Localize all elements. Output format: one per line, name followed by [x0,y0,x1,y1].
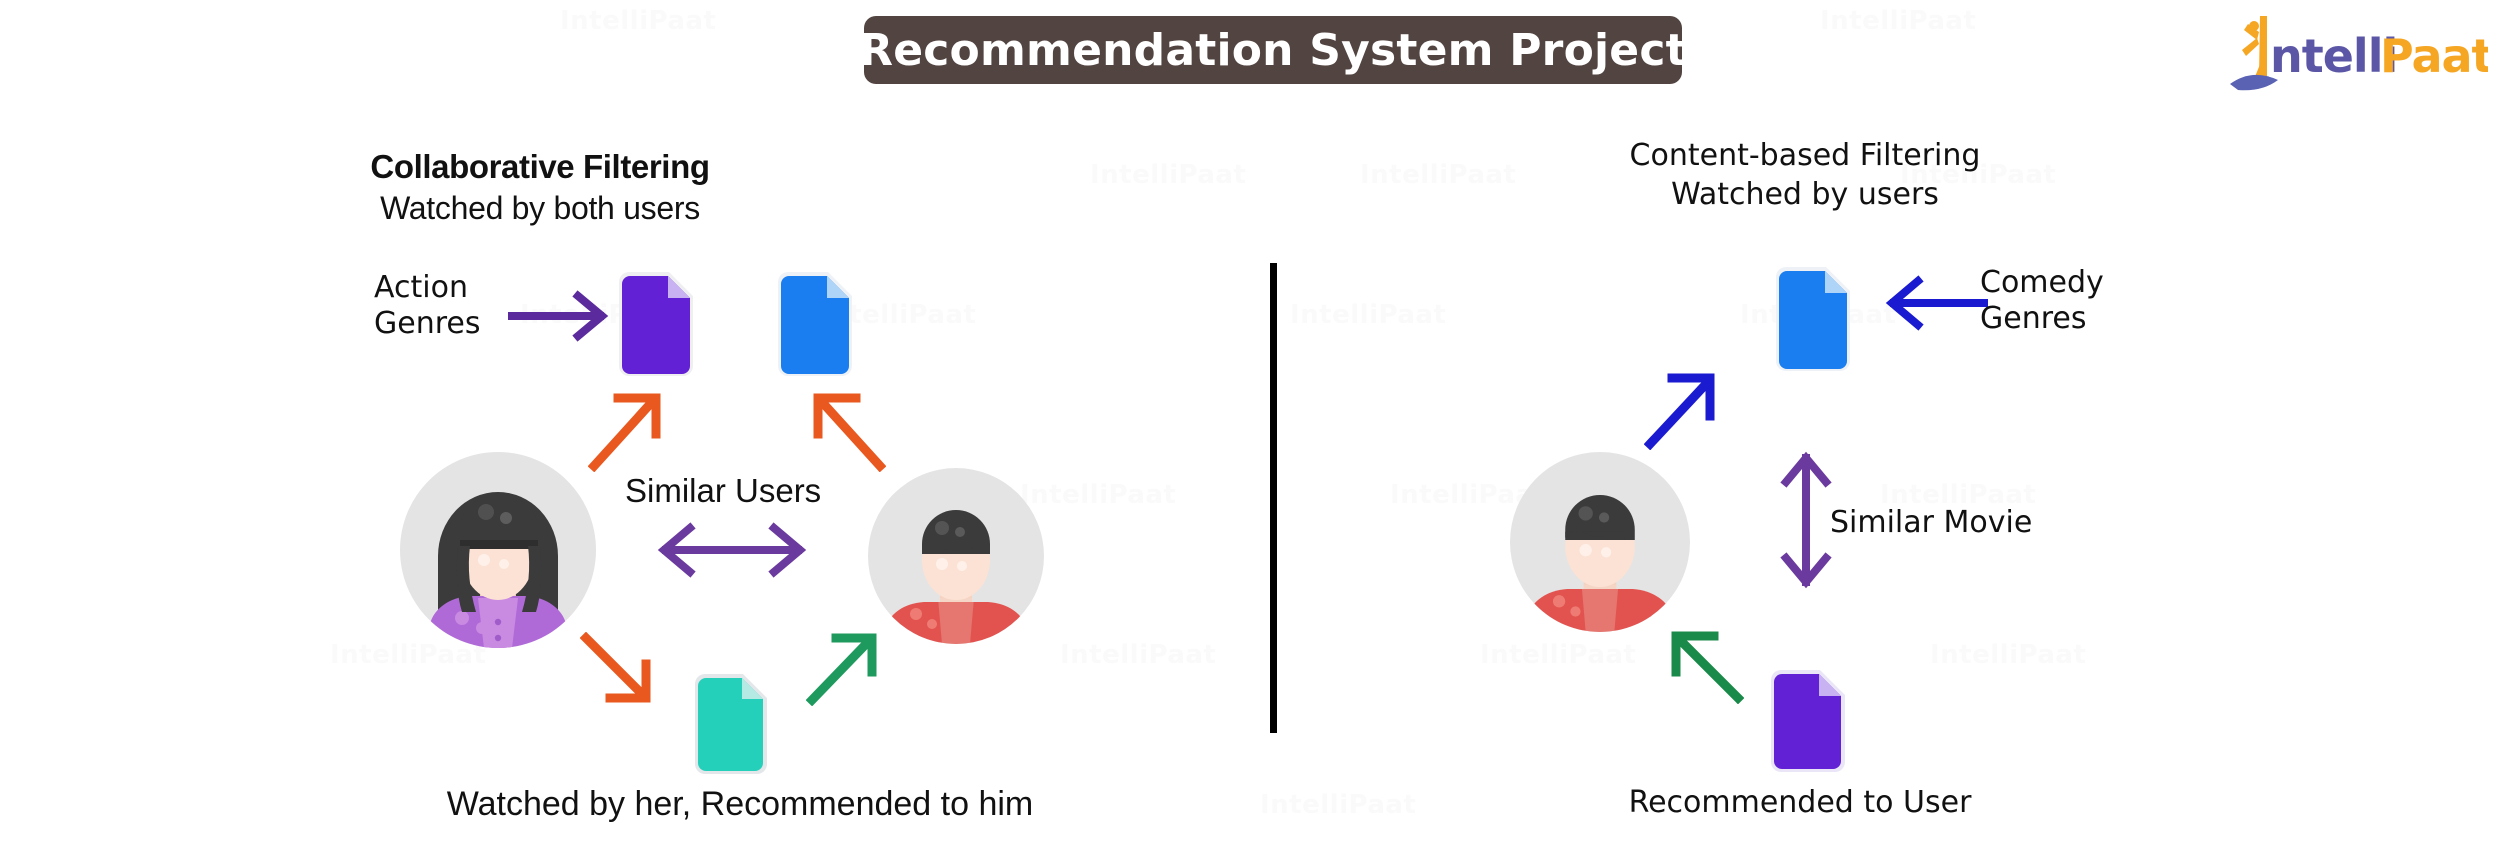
watermark: IntelliPaat [1360,160,1517,190]
intellipaat-logo: ntelli Paat [2228,10,2494,94]
watched-arrow-up-right-icon [587,388,668,473]
similar-movie-label: Similar Movie [1830,505,2033,540]
left-panel-heading: Collaborative Filtering Watched by both … [330,148,750,228]
comedy-genres-arrow-icon [1878,275,1988,331]
watermark: IntelliPaat [1290,300,1447,330]
watermark: IntelliPaat [1480,640,1637,670]
watched-arrow-up-left-icon [806,388,887,473]
page-title: Recommendation System Project [859,24,1687,76]
action-genres-arrow-icon [508,288,618,344]
watermark: IntelliPaat [1090,160,1247,190]
left-heading-line1: Collaborative Filtering [370,148,710,185]
avatar-female [400,452,596,653]
document-purple-recommended [1766,668,1850,777]
avatar-male-left [868,468,1044,649]
intellipaat-logo-icon: ntelli Paat [2230,16,2494,91]
watermark: IntelliPaat [1820,6,1977,36]
watched-arrow-up-right-blue-icon [1643,370,1720,451]
watermark: IntelliPaat [1930,640,2087,670]
right-heading-line1: Content-based Filtering [1629,138,1981,173]
svg-text:ntelli: ntelli [2270,29,2397,83]
right-panel-caption: Recommended to User [1628,785,1972,820]
watermark: IntelliPaat [560,6,717,36]
watermark: IntelliPaat [1260,790,1417,820]
watermark: IntelliPaat [1060,640,1217,670]
recommend-arrow-up-right-icon [805,630,882,707]
document-blue-comedy [1770,265,1856,378]
right-panel-heading: Content-based Filtering Watched by users [1545,138,2065,213]
recommend-arrow-up-left-green-icon [1668,628,1745,705]
document-blue-shared [772,270,858,383]
svg-text:Paat: Paat [2380,29,2488,83]
watermark-layer: IntelliPaat IntelliPaat IntelliPaat Inte… [0,0,2500,844]
document-teal-recommended [690,672,772,779]
panel-divider [1270,263,1277,733]
similar-users-label: Similar Users [625,472,822,509]
similar-movie-double-arrow-icon [1778,448,1834,592]
avatar-male-right [1510,452,1690,637]
comedy-genres-line1: Comedy [1980,265,2104,300]
right-heading-line2: Watched by users [1671,177,1939,213]
similar-users-double-arrow-icon [652,522,812,578]
recommend-arrow-down-right-icon [579,631,656,708]
left-heading-line2: Watched by both users [380,189,700,226]
diagram-canvas: IntelliPaat IntelliPaat IntelliPaat Inte… [0,0,2500,844]
comedy-genres-line2: Genres [1980,301,2087,336]
comedy-genres-label: Comedy Genres [1980,265,2220,337]
page-title-banner: Recommendation System Project [859,16,1687,84]
document-purple-action [613,270,699,383]
left-panel-caption: Watched by her, Recommended to him [446,785,1034,823]
